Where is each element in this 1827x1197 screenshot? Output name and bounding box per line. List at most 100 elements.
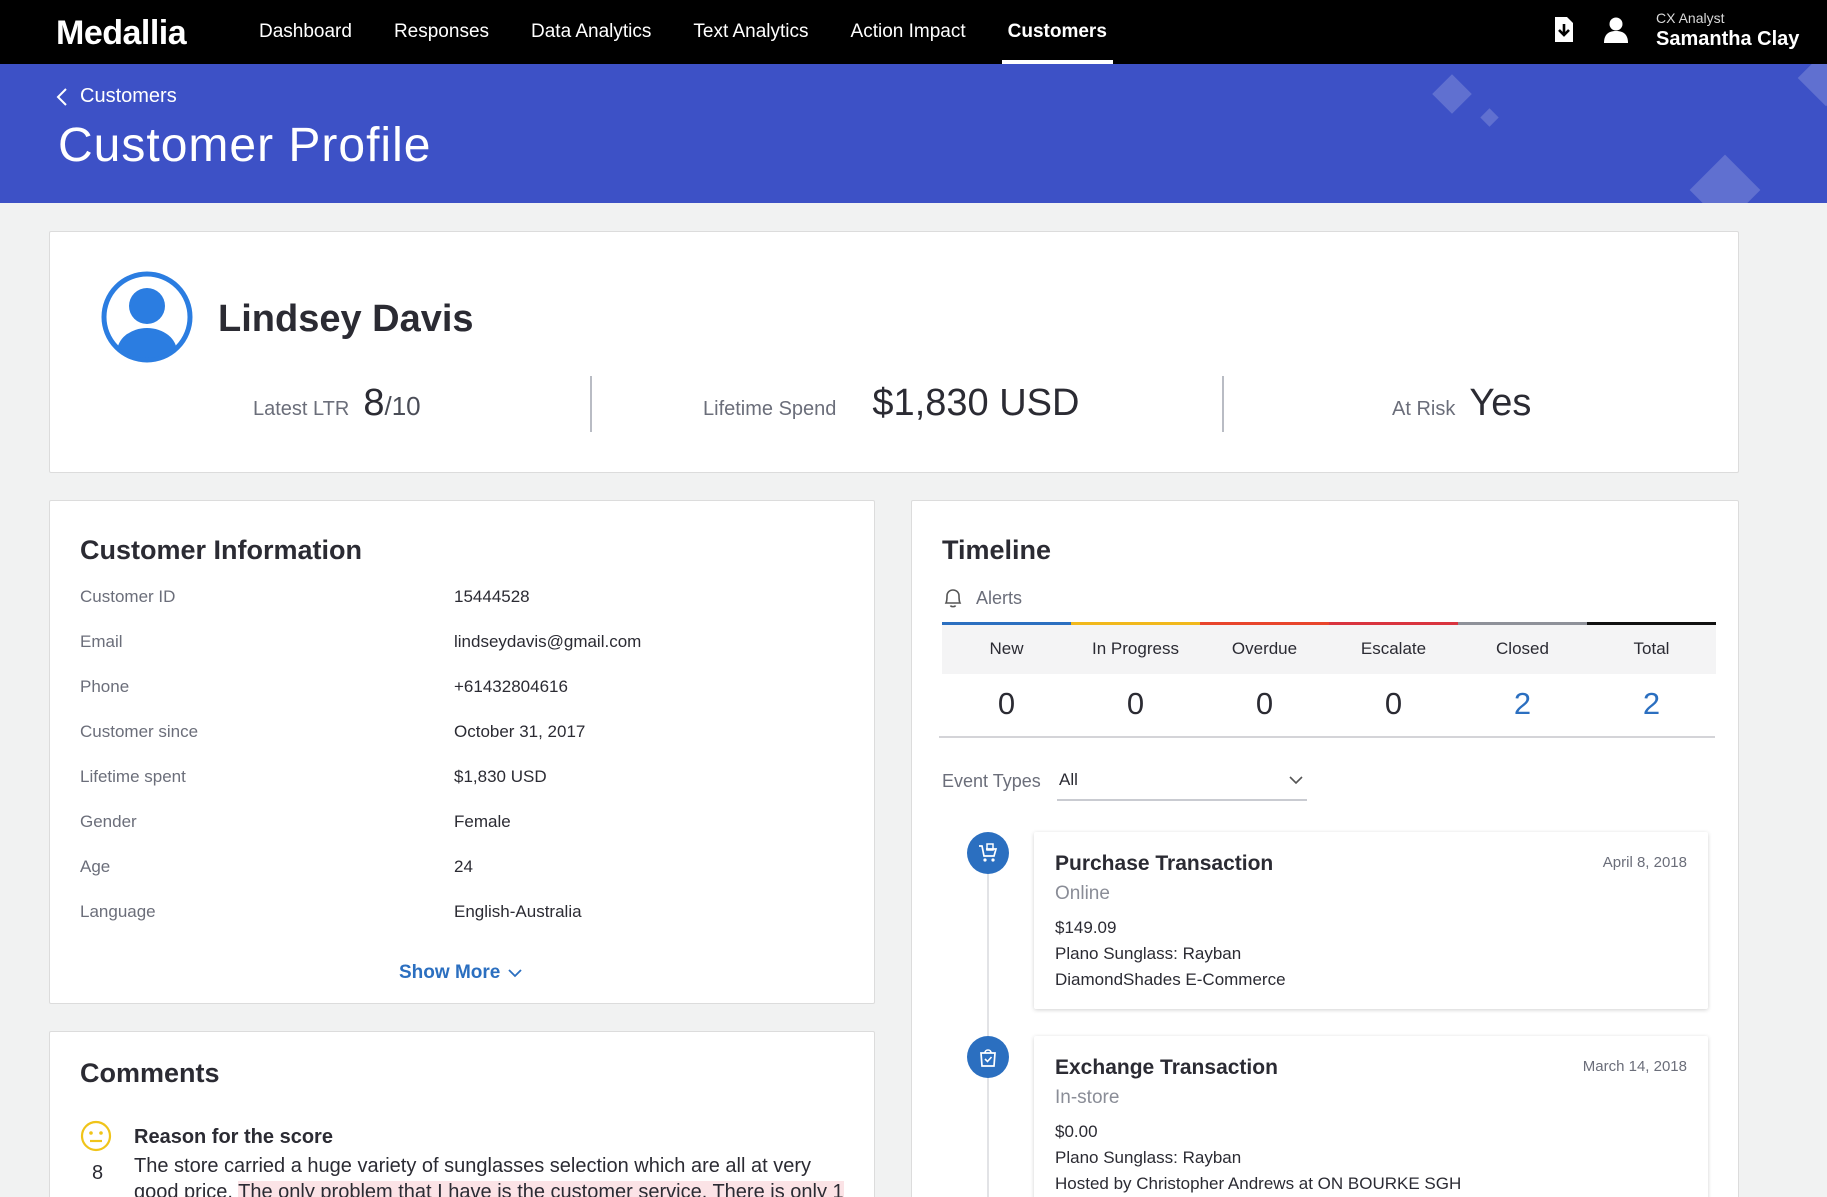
kpi-value: Yes [1469, 382, 1532, 424]
timeline-card: Timeline Alerts New In Progress Overdue … [911, 500, 1739, 1197]
event-date: March 14, 2018 [1582, 1058, 1687, 1075]
kpi-divider [1222, 376, 1224, 432]
info-label: Email [80, 632, 123, 651]
event-product: Plano Sunglass: Rayban [1055, 944, 1242, 963]
breadcrumb[interactable]: Customers [56, 85, 177, 108]
breadcrumb-customers: Customers [80, 85, 177, 107]
info-value: 24 [454, 857, 473, 876]
timeline-event-exchange[interactable]: Exchange Transaction March 14, 2018 In-s… [1034, 1036, 1708, 1197]
shopping-bag-icon [967, 1036, 1009, 1078]
neutral-face-icon [80, 1120, 112, 1152]
status-count-in-progress: 0 [1126, 686, 1145, 721]
info-row-age: Age 24 [80, 857, 840, 881]
status-label-total: Total [1633, 639, 1670, 658]
kpi-value: 8 [363, 382, 385, 424]
nav-item-text-analytics[interactable]: Text Analytics [672, 0, 829, 64]
event-host: Hosted by Christopher Andrews at ON BOUR… [1055, 1174, 1462, 1193]
timeline-line [987, 851, 989, 1197]
alerts-label: Alerts [976, 587, 1023, 608]
info-label: Lifetime spent [80, 767, 186, 786]
comment-score: 8 [92, 1162, 104, 1184]
main-nav: Dashboard Responses Data Analytics Text … [238, 0, 1128, 64]
status-label-closed: Closed [1496, 639, 1549, 658]
kpi-latest-ltr: Latest LTR 8 /10 [253, 382, 421, 425]
medallia-logo[interactable]: Medallia [56, 14, 187, 53]
nav-item-dashboard[interactable]: Dashboard [238, 0, 373, 64]
info-row-phone: Phone +61432804616 [80, 677, 840, 701]
event-types-label: Event Types [942, 771, 1041, 791]
event-product: Plano Sunglass: Rayban [1055, 1148, 1242, 1167]
decorative-diamond [1797, 64, 1827, 107]
event-channel: In-store [1055, 1087, 1120, 1108]
user-menu[interactable]: CX Analyst Samantha Clay [1656, 10, 1799, 51]
decorative-diamond [1480, 108, 1499, 127]
user-icon[interactable] [1602, 16, 1630, 46]
show-more-button[interactable]: Show More [399, 962, 522, 984]
kpi-divider [590, 376, 592, 432]
info-value: $1,830 USD [454, 767, 547, 786]
event-title: Exchange Transaction [1055, 1056, 1278, 1079]
status-label-in-progress: In Progress [1092, 639, 1179, 658]
status-count-escalate: 0 [1384, 686, 1403, 721]
section-title: Comments [80, 1058, 220, 1088]
status-count-new: 0 [997, 686, 1016, 721]
page-header: Customers Customer Profile [0, 64, 1827, 203]
info-label: Language [80, 902, 156, 921]
event-title: Purchase Transaction [1055, 852, 1274, 875]
nav-item-data-analytics[interactable]: Data Analytics [510, 0, 672, 64]
customer-name: Lindsey Davis [218, 298, 474, 340]
info-label: Phone [80, 677, 130, 696]
status-count-closed[interactable]: 2 [1458, 679, 1587, 729]
kpi-label: Latest LTR [253, 398, 350, 420]
info-row-lifetime-spent: Lifetime spent $1,830 USD [80, 767, 840, 791]
kpi-at-risk: At Risk Yes [1392, 382, 1531, 425]
customer-information-card: Customer Information Customer ID 1544452… [49, 500, 875, 1004]
timeline-event-purchase[interactable]: Purchase Transaction April 8, 2018 Onlin… [1034, 832, 1708, 1009]
info-row-customer-since: Customer since October 31, 2017 [80, 722, 840, 746]
comment-question: Reason for the score [134, 1126, 333, 1148]
status-count-total[interactable]: 2 [1587, 679, 1716, 729]
decorative-diamond [1432, 74, 1472, 114]
section-title: Timeline [942, 535, 1052, 565]
nav-item-customers[interactable]: Customers [987, 0, 1128, 64]
info-row-customer-id: Customer ID 15444528 [80, 587, 840, 611]
customer-summary-card: Lindsey Davis Latest LTR 8 /10 Lifetime … [49, 231, 1739, 473]
kpi-lifetime-spend: Lifetime Spend $1,830 USD [703, 382, 1079, 425]
kpi-label: Lifetime Spend [703, 398, 837, 420]
page-title: Customer Profile [58, 119, 432, 172]
download-icon[interactable] [1552, 16, 1580, 46]
user-role: CX Analyst [1656, 10, 1725, 26]
comment-text-highlight: The only problem that I have is the cust… [238, 1181, 844, 1197]
bell-icon [944, 589, 962, 608]
status-label-new: New [989, 639, 1024, 658]
info-value[interactable]: lindseydavis@gmail.com [454, 632, 641, 652]
info-label: Customer ID [80, 587, 176, 606]
event-types-dropdown[interactable]: All [1057, 761, 1307, 801]
event-types-value: All [1059, 770, 1078, 789]
avatar-icon [100, 270, 194, 364]
info-label: Customer since [80, 722, 199, 741]
status-label-overdue: Overdue [1231, 639, 1298, 658]
info-row-email: Email lindseydavis@gmail.com [80, 632, 840, 656]
chevron-left-icon [56, 87, 67, 106]
status-count-overdue: 0 [1255, 686, 1274, 721]
status-label-escalate: Escalate [1360, 639, 1427, 658]
info-value: +61432804616 [454, 677, 568, 696]
comments-card: Comments 8 Reason for the score The stor… [49, 1031, 875, 1197]
nav-item-action-impact[interactable]: Action Impact [830, 0, 987, 64]
kpi-label: At Risk [1392, 398, 1456, 420]
info-label: Gender [80, 812, 137, 831]
nav-item-responses[interactable]: Responses [373, 0, 510, 64]
info-row-gender: Gender Female [80, 812, 840, 836]
chevron-down-icon [508, 968, 522, 977]
alert-status-header: New In Progress Overdue Escalate Closed … [942, 625, 1716, 674]
kpi-value: $1,830 USD [872, 382, 1080, 424]
comment-text: The store carried a huge variety of sung… [134, 1153, 844, 1197]
event-channel: Online [1055, 883, 1110, 904]
event-amount: $0.00 [1055, 1122, 1098, 1141]
info-value: October 31, 2017 [454, 722, 586, 741]
chevron-down-icon [1289, 775, 1303, 784]
alert-status-values: 0 0 0 0 2 2 [942, 679, 1716, 729]
show-more-label: Show More [399, 962, 501, 983]
alerts-header: Alerts [942, 587, 1022, 609]
